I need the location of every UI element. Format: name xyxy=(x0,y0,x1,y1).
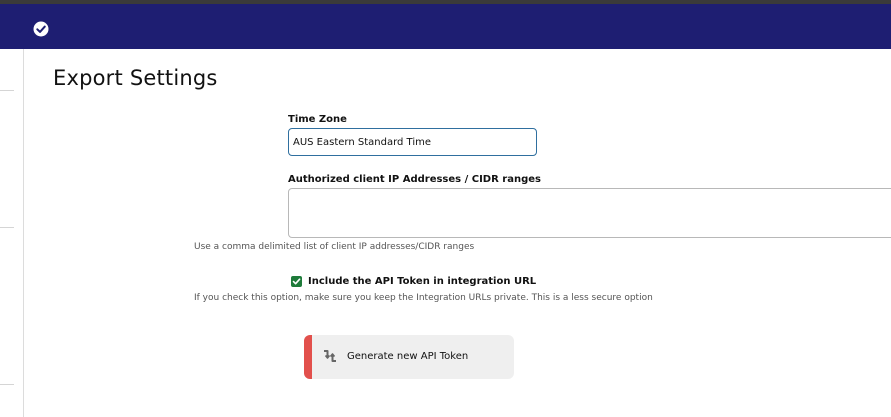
sidebar-divider xyxy=(0,227,14,228)
app-header xyxy=(0,4,891,49)
ip-ranges-help: Use a comma delimited list of client IP … xyxy=(194,242,475,252)
api-token-help: If you check this option, make sure you … xyxy=(194,293,653,303)
check-circle-icon[interactable] xyxy=(33,21,49,37)
button-accent-bar xyxy=(304,335,312,379)
checkmark-icon xyxy=(292,278,301,285)
ip-ranges-label: Authorized client IP Addresses / CIDR ra… xyxy=(288,174,541,185)
ip-ranges-input[interactable] xyxy=(288,188,891,238)
timezone-label: Time Zone xyxy=(288,114,347,125)
sidebar xyxy=(0,49,24,417)
generate-api-token-button[interactable]: Generate new API Token xyxy=(304,335,514,379)
sidebar-divider xyxy=(0,90,14,91)
api-token-label[interactable]: Include the API Token in integration URL xyxy=(308,276,536,287)
timezone-input[interactable] xyxy=(288,128,537,156)
sidebar-divider xyxy=(0,384,14,385)
page-title: Export Settings xyxy=(53,66,218,90)
refresh-icon xyxy=(324,350,336,362)
api-token-checkbox[interactable] xyxy=(291,276,302,287)
generate-button-label: Generate new API Token xyxy=(347,351,469,362)
